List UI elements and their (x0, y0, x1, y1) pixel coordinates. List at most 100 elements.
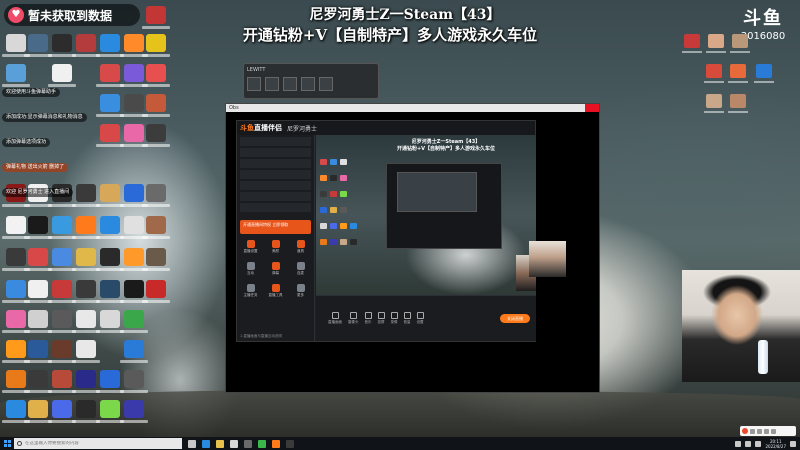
desktop-icon[interactable] (2, 280, 30, 303)
start-button[interactable] (0, 437, 14, 450)
widget-knob[interactable] (283, 77, 297, 91)
desktop-icon[interactable] (682, 34, 702, 53)
douyu-app-icon[interactable] (272, 439, 280, 448)
desktop-icon[interactable] (2, 248, 30, 271)
tool-button[interactable]: 美颜 (265, 240, 286, 256)
search-input[interactable] (25, 441, 175, 446)
control-button[interactable]: 录像 (390, 312, 398, 325)
desktop-icon[interactable] (704, 64, 724, 83)
tool-button[interactable]: 弹幕 (265, 262, 286, 278)
tool-button[interactable]: 直播工具 (265, 284, 286, 300)
desktop-icon[interactable] (142, 216, 170, 239)
desktop-icon[interactable] (120, 370, 148, 393)
close-button[interactable] (585, 104, 599, 112)
desktop-icon[interactable] (120, 310, 148, 333)
tab-room[interactable]: 尼罗河勇士 (287, 124, 317, 133)
desktop-icon[interactable] (48, 310, 76, 333)
desktop-icon[interactable] (2, 370, 30, 393)
control-button[interactable]: 音量 (403, 312, 411, 325)
desktop-icon[interactable] (120, 216, 148, 239)
desktop-icon[interactable] (142, 248, 170, 271)
desktop-icon[interactable] (728, 94, 748, 113)
edge-icon[interactable] (202, 439, 210, 448)
desktop-icon[interactable] (142, 280, 170, 303)
desktop-icon[interactable] (72, 340, 100, 363)
promo-banner[interactable]: 开通直播间特权 立即领取 (240, 220, 311, 234)
desktop-icon[interactable] (24, 34, 52, 57)
wechat-icon[interactable] (258, 439, 266, 448)
tool-button[interactable]: 主播任务 (240, 284, 261, 300)
desktop-icon[interactable] (72, 400, 100, 423)
desktop-icon[interactable] (48, 370, 76, 393)
tool-button[interactable]: 直播设置 (240, 240, 261, 256)
desktop-icon[interactable] (96, 248, 124, 271)
tool-button[interactable]: 互动 (240, 262, 261, 278)
scene-item[interactable] (240, 148, 311, 157)
desktop-icon[interactable] (96, 400, 124, 423)
desktop-icon[interactable] (72, 248, 100, 271)
control-button[interactable]: 音乐 (364, 312, 372, 325)
scene-item[interactable] (240, 192, 311, 201)
desktop-icon[interactable] (120, 34, 148, 57)
stream-preview[interactable]: 尼罗河勇士Z一Steam【43】 开通钻粉+V【自制特产】多人游戏永久车位 (316, 135, 536, 295)
desktop-icon[interactable] (48, 248, 76, 271)
ime-tool-icon[interactable] (764, 428, 769, 434)
scene-item[interactable] (240, 203, 311, 212)
clock[interactable]: 20:11 2022/8/27 (765, 439, 786, 449)
desktop-icon[interactable] (120, 340, 148, 363)
desktop-icon[interactable] (120, 248, 148, 271)
desktop-icon[interactable] (72, 34, 100, 57)
desktop-icon[interactable] (72, 280, 100, 303)
control-button[interactable]: 设置 (416, 312, 424, 325)
desktop-icon[interactable] (96, 310, 124, 333)
window-titlebar[interactable]: Obs (226, 104, 599, 112)
desktop-icon[interactable] (2, 34, 30, 57)
desktop-icon[interactable] (24, 248, 52, 271)
ime-icon[interactable] (755, 440, 762, 447)
desktop-icon[interactable] (2, 310, 30, 333)
audio-widget[interactable]: LEWITT (243, 63, 379, 99)
desktop-icon[interactable] (704, 94, 724, 113)
desktop-icon[interactable] (2, 400, 30, 423)
desktop-icon[interactable] (24, 340, 52, 363)
widget-knob[interactable] (319, 77, 333, 91)
desktop-icon[interactable] (120, 280, 148, 303)
ime-tool-icon[interactable] (757, 428, 762, 434)
xbox-icon[interactable] (230, 439, 238, 448)
control-button[interactable]: 直播画面 (328, 312, 342, 325)
desktop-icon[interactable] (706, 34, 726, 53)
desktop-icon[interactable] (72, 370, 100, 393)
desktop-icon[interactable] (48, 216, 76, 239)
desktop-icon[interactable] (24, 400, 52, 423)
desktop-icon[interactable] (730, 34, 750, 53)
desktop-icon[interactable] (24, 280, 52, 303)
scene-item[interactable] (240, 159, 311, 168)
widget-knob[interactable] (265, 77, 279, 91)
desktop-icon[interactable] (2, 216, 30, 239)
desktop-icon[interactable] (142, 34, 170, 57)
desktop-icon[interactable] (24, 216, 52, 239)
desktop-icon[interactable] (24, 370, 52, 393)
widget-knob[interactable] (247, 77, 261, 91)
desktop-icon[interactable] (120, 400, 148, 423)
notification-icon[interactable] (790, 440, 796, 447)
desktop-icon[interactable] (2, 340, 30, 363)
scene-item[interactable] (240, 170, 311, 179)
desktop-icon[interactable] (72, 310, 100, 333)
ime-toolbar[interactable] (740, 426, 796, 436)
tool-button[interactable]: 更多 (290, 284, 311, 300)
taskbar-search[interactable] (14, 438, 182, 449)
desktop-icon[interactable] (96, 370, 124, 393)
desktop-icon[interactable] (96, 280, 124, 303)
network-icon[interactable] (735, 440, 742, 447)
desktop-icon[interactable] (754, 64, 774, 83)
sogou-icon[interactable] (742, 428, 748, 434)
desktop-icon[interactable] (24, 310, 52, 333)
capture-window[interactable]: Obs 斗鱼直播伴侣 尼罗河勇士 开通直播间特权 立即领取 直播设置 美颜 道具… (225, 103, 600, 393)
desktop-icon[interactable] (48, 280, 76, 303)
scene-item[interactable] (240, 181, 311, 190)
file-explorer-icon[interactable] (216, 439, 224, 448)
desktop-icon[interactable] (728, 64, 748, 83)
tool-button[interactable]: 道具 (290, 240, 311, 256)
stop-live-button[interactable]: 关闭直播 (500, 314, 530, 323)
